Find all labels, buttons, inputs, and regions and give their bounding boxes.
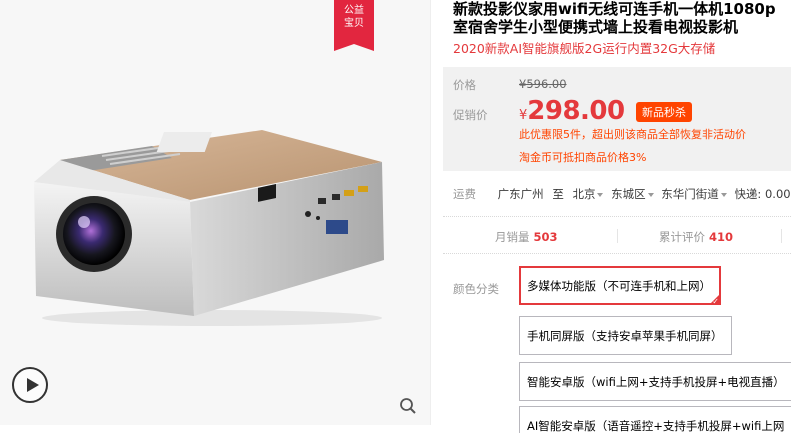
- original-price: ¥596.00: [519, 77, 567, 91]
- zoom-icon[interactable]: [399, 397, 417, 415]
- projector-image[interactable]: [22, 110, 417, 330]
- ribbon-line2: 宝贝: [344, 18, 364, 29]
- color-option-screen-mirror[interactable]: 手机同屏版（支持安卓苹果手机同屏）: [519, 316, 732, 355]
- stats-divider: [781, 229, 782, 243]
- delivery-fee: 快递: 0.00: [734, 187, 791, 201]
- promo-price: ¥298.00: [519, 96, 625, 126]
- price-label: 价格: [453, 78, 476, 92]
- title-line2: 室宿舍学生小型便携式墙上投看电视投影机: [453, 18, 739, 36]
- price-box: 价格 ¥596.00 促销价 ¥298.00 新品秒杀 此优惠限5件，超出则该商…: [443, 67, 791, 171]
- charity-ribbon: 公益 宝贝: [334, 0, 374, 51]
- ship-from: 广东广州: [497, 187, 544, 201]
- review-count-label: 累计评价: [659, 230, 705, 244]
- stats-divider: [617, 229, 618, 243]
- monthly-sales-label: 月销量: [495, 230, 530, 244]
- ship-to-word: 至: [552, 187, 564, 201]
- shipping-label: 运费: [453, 187, 476, 201]
- stats-row: 月销量 503 累计评价 410: [443, 216, 791, 254]
- product-gallery: 公益 宝贝: [0, 0, 431, 425]
- color-option-label: 颜色分类: [453, 282, 499, 296]
- promo-badge: 新品秒杀: [636, 102, 692, 122]
- color-option-ai-android[interactable]: AI智能安卓版（语音遥控+支持手机投屏+wifi上网: [519, 406, 791, 433]
- option-label: AI智能安卓版（语音遥控+支持手机投屏+wifi上网: [527, 419, 785, 433]
- option-label: 多媒体功能版（不可连手机和上网）: [527, 279, 711, 293]
- promo-price-label: 促销价: [453, 108, 488, 122]
- title-line1: 新款投影仪家用wifi无线可连手机一体机1080p: [453, 0, 776, 18]
- monthly-sales-value: 503: [533, 230, 558, 244]
- product-info: 新款投影仪家用wifi无线可连手机一体机1080p 室宿舍学生小型便携式墙上投看…: [443, 0, 791, 433]
- color-option-smart-android[interactable]: 智能安卓版（wifi上网+支持手机投屏+电视直播）: [519, 362, 791, 401]
- monthly-sales: 月销量 503: [495, 229, 558, 245]
- play-video-button[interactable]: [12, 367, 48, 403]
- review-count-value: 410: [709, 230, 734, 244]
- review-count[interactable]: 累计评价 410: [659, 229, 733, 245]
- option-label: 手机同屏版（支持安卓苹果手机同屏）: [527, 329, 723, 343]
- shipping-row: 运费 广东广州 至 北京 东城区 东华门街道 快递: 0.00: [453, 186, 791, 202]
- ship-to-street-select[interactable]: 东华门街道: [661, 187, 731, 201]
- ribbon-line1: 公益: [344, 5, 364, 16]
- color-option-multimedia[interactable]: 多媒体功能版（不可连手机和上网） ✓: [519, 266, 721, 306]
- ship-to-city-select[interactable]: 北京: [572, 187, 607, 201]
- product-subtitle: 2020新款AI智能旗舰版2G运行内置32G大存储: [453, 41, 716, 56]
- coin-discount-note[interactable]: 淘金币可抵扣商品价格3%: [519, 149, 646, 165]
- promo-note: 此优惠限5件，超出则该商品全部恢复非活动价: [519, 128, 746, 141]
- ship-to-district-select[interactable]: 东城区: [611, 187, 658, 201]
- selected-check-icon: ✓: [712, 297, 719, 306]
- option-label: 智能安卓版（wifi上网+支持手机投屏+电视直播）: [527, 375, 785, 389]
- promo-price-value: 298.00: [527, 96, 625, 126]
- product-title: 新款投影仪家用wifi无线可连手机一体机1080p 室宿舍学生小型便携式墙上投看…: [453, 0, 791, 36]
